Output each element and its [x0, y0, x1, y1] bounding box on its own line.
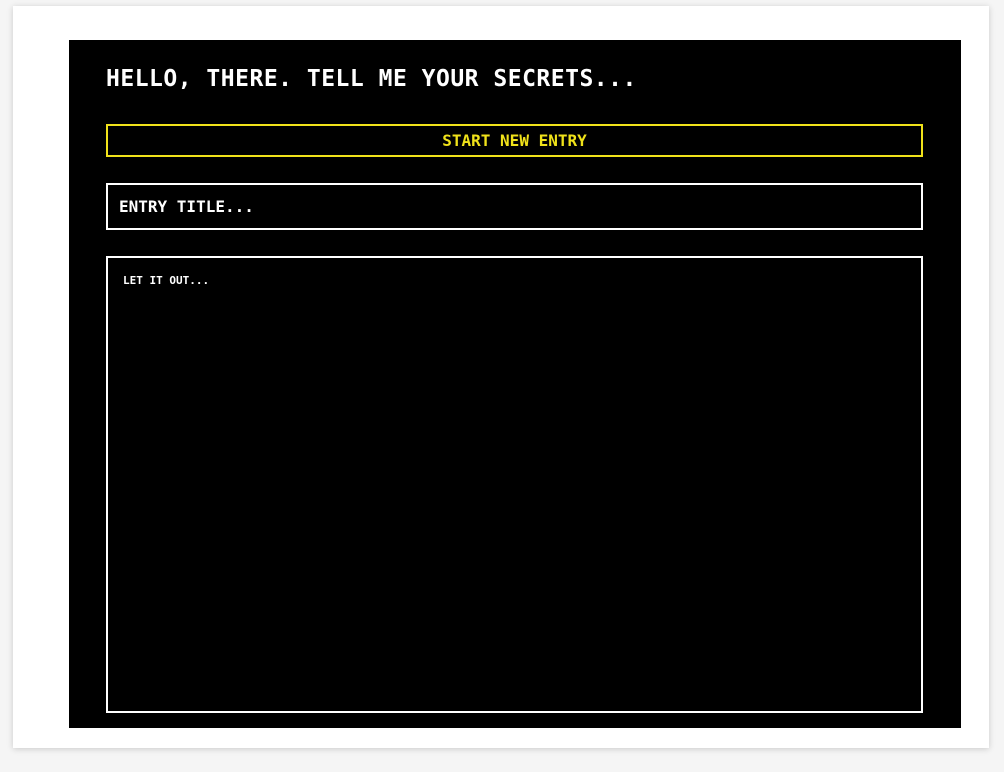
- page-title: HELLO, THERE. TELL ME YOUR SECRETS...: [106, 66, 637, 92]
- page-card: HELLO, THERE. TELL ME YOUR SECRETS... ST…: [13, 6, 989, 748]
- entry-title-input[interactable]: [106, 183, 923, 230]
- entry-body-textarea[interactable]: [106, 256, 923, 713]
- journal-panel: HELLO, THERE. TELL ME YOUR SECRETS... ST…: [69, 40, 961, 728]
- start-new-entry-button[interactable]: START NEW ENTRY: [106, 124, 923, 157]
